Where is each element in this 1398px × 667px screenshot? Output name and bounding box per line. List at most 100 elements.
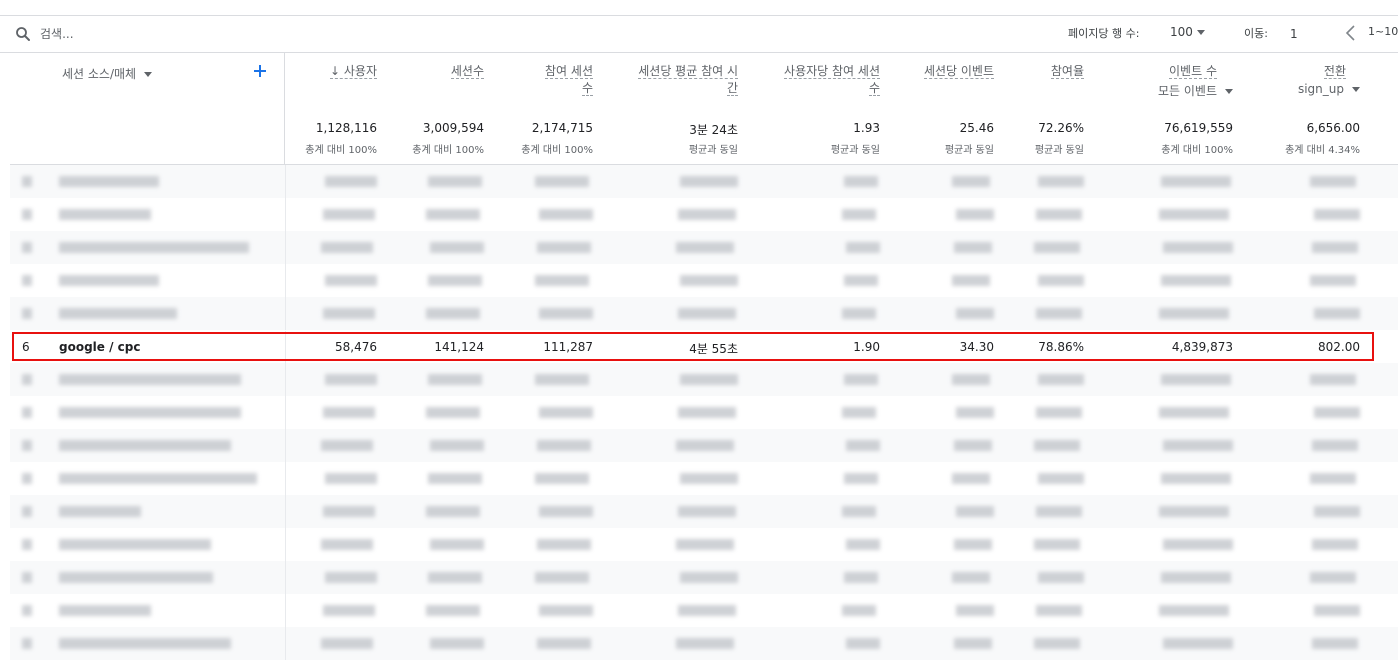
table-header: 세션 소스/매체 ↓ 사용자 1,128,116 총계 대비 100% 세션수 …: [10, 53, 1398, 165]
redacted-dimension: [59, 209, 151, 220]
header-engagement-rate[interactable]: 참여율 72.26% 평균과 동일: [1010, 53, 1084, 165]
header-sessions-label: 세션수: [450, 63, 484, 80]
search-icon[interactable]: [14, 25, 32, 43]
table-row[interactable]: [10, 198, 1398, 231]
column-divider: [285, 429, 286, 462]
table-row[interactable]: [10, 429, 1398, 462]
total-engaged-sessions: 2,174,715: [531, 121, 593, 135]
table-row[interactable]: [10, 231, 1398, 264]
redacted-rank: [22, 275, 32, 286]
goto-page-input[interactable]: [1290, 24, 1320, 44]
table-row[interactable]: [10, 165, 1398, 198]
redacted-value: [321, 242, 373, 253]
redacted-value: [842, 209, 876, 220]
table-row[interactable]: [10, 561, 1398, 594]
table-row[interactable]: [10, 363, 1398, 396]
redacted-value: [1034, 440, 1080, 451]
redacted-value: [1036, 407, 1082, 418]
redacted-value: [1163, 242, 1233, 253]
table-row[interactable]: [10, 264, 1398, 297]
redacted-value: [956, 506, 994, 517]
redacted-value: [1312, 539, 1358, 550]
redacted-value: [428, 374, 482, 385]
redacted-value: [426, 209, 480, 220]
redacted-value: [1163, 440, 1233, 451]
table-row[interactable]: [10, 627, 1398, 660]
redacted-value: [428, 176, 482, 187]
table-row[interactable]: [10, 462, 1398, 495]
header-engaged-sessions-per-user[interactable]: 사용자당 참여 세션수 1.93 평균과 동일: [770, 53, 880, 165]
redacted-value: [1161, 275, 1231, 286]
redacted-value: [539, 506, 593, 517]
row-engagement-rate: 78.86%: [1038, 340, 1084, 354]
redacted-rank: [22, 308, 32, 319]
redacted-value: [537, 242, 591, 253]
total-event-count-compare: 총계 대비 100%: [1161, 145, 1233, 156]
redacted-value: [428, 473, 482, 484]
redacted-value: [1036, 605, 1082, 616]
redacted-value: [954, 440, 992, 451]
redacted-value: [426, 506, 480, 517]
dimension-selector[interactable]: 세션 소스/매체: [62, 65, 153, 82]
table-row[interactable]: [10, 594, 1398, 627]
header-sessions-text: 세션수: [450, 64, 484, 79]
redacted-rank: [22, 176, 32, 187]
redacted-value: [325, 275, 377, 286]
table-row[interactable]: [10, 297, 1398, 330]
header-sessions[interactable]: 세션수 3,009,594 총계 대비 100%: [390, 53, 484, 165]
total-avg-engagement-time: 3분 24초: [689, 123, 738, 137]
row-avg-engagement-time: 4분 55초: [689, 342, 738, 356]
table-row[interactable]: [10, 396, 1398, 429]
header-event-count[interactable]: 이벤트 수 모든 이벤트 76,619,559 총계 대비 100%: [1120, 53, 1233, 165]
header-avg-engagement-time[interactable]: 세션당 평균 참여 시간 3분 24초 평균과 동일: [630, 53, 738, 165]
redacted-value: [1038, 374, 1084, 385]
header-conversions-text: 전환: [1323, 64, 1346, 79]
redacted-rank: [22, 374, 32, 385]
event-filter-select[interactable]: 모든 이벤트: [1158, 82, 1233, 99]
table-row-highlighted[interactable]: 6 google / cpc 58,476 141,124 111,287 4분…: [10, 331, 1398, 364]
redacted-value: [428, 275, 482, 286]
redacted-value: [430, 242, 484, 253]
event-filter-value: 모든 이벤트: [1157, 84, 1217, 98]
add-dimension-icon[interactable]: [252, 63, 268, 79]
redacted-value: [323, 209, 375, 220]
redacted-value: [846, 638, 880, 649]
chevron-left-icon[interactable]: [1344, 24, 1358, 42]
redacted-value: [325, 473, 377, 484]
table-row[interactable]: [10, 528, 1398, 561]
header-users[interactable]: ↓ 사용자 1,128,116 총계 대비 100%: [287, 53, 377, 165]
redacted-value: [1163, 539, 1233, 550]
column-divider: [285, 396, 286, 429]
conversion-event-select[interactable]: sign_up: [1298, 82, 1360, 96]
redacted-dimension: [59, 176, 159, 187]
header-engaged-sessions-per-user-text: 사용자당 참여 세션수: [784, 64, 880, 96]
total-sessions-compare: 총계 대비 100%: [412, 145, 484, 156]
header-conversions[interactable]: 전환 sign_up 6,656.00 총계 대비 4.34%: [1260, 53, 1360, 165]
header-engaged-sessions[interactable]: 참여 세션 수 2,174,715 총계 대비 100%: [500, 53, 593, 165]
redacted-value: [1036, 308, 1082, 319]
redacted-value: [430, 539, 484, 550]
redacted-value: [535, 374, 589, 385]
table-body: 6 google / cpc 58,476 141,124 111,287 4분…: [10, 165, 1398, 667]
column-divider: [285, 627, 286, 660]
redacted-value: [1310, 473, 1356, 484]
column-divider: [285, 495, 286, 528]
row-sessions: 141,124: [434, 340, 484, 354]
rows-per-page-select[interactable]: 100: [1170, 25, 1205, 39]
search-input[interactable]: [40, 24, 340, 44]
redacted-value: [678, 308, 736, 319]
redacted-value: [1038, 275, 1084, 286]
redacted-value: [844, 374, 878, 385]
table-row[interactable]: [10, 495, 1398, 528]
redacted-value: [1314, 605, 1360, 616]
redacted-value: [1161, 176, 1231, 187]
redacted-value: [535, 176, 589, 187]
header-engagement-rate-text: 참여율: [1050, 64, 1084, 79]
redacted-value: [430, 638, 484, 649]
redacted-value: [321, 440, 373, 451]
header-events-per-session[interactable]: 세션당 이벤트 25.46 평균과 동일: [910, 53, 994, 165]
redacted-value: [325, 572, 377, 583]
redacted-rank: [22, 539, 32, 550]
column-divider: [285, 363, 286, 396]
column-divider: [285, 561, 286, 594]
